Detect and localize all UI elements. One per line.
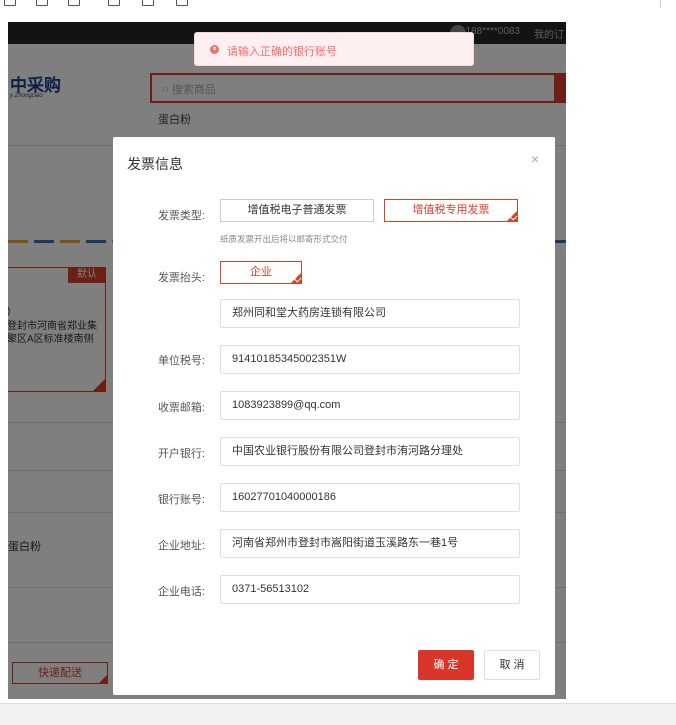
company-name-input[interactable]: 郑州同和堂大药房连锁有限公司	[220, 299, 520, 328]
bank-account-input[interactable]: 16027701040000186	[220, 483, 520, 512]
bank-label: 开户银行:	[157, 448, 205, 460]
company-address-label: 企业地址:	[157, 540, 205, 552]
toolbar-icon-6[interactable]	[176, 0, 188, 6]
company-address-input[interactable]: 河南省郑州市登封市嵩阳街道玉溪路东一巷1号	[220, 529, 520, 558]
company-phone-label: 企业电话:	[157, 586, 205, 598]
error-toast: × 请输入正确的银行账号	[194, 32, 474, 66]
email-label: 收票邮箱:	[157, 402, 205, 414]
divider	[660, 0, 661, 8]
cancel-button[interactable]: 取 消	[484, 650, 540, 680]
toolbar-icon-3[interactable]	[68, 0, 80, 6]
editor-toolbar	[0, 0, 676, 9]
close-icon[interactable]: ×	[531, 151, 539, 167]
invoice-header-label: 发票抬头:	[157, 272, 205, 284]
invoice-type-special[interactable]: 增值税专用发票	[384, 199, 518, 222]
tax-id-input[interactable]: 91410185345002351W	[220, 345, 520, 374]
toolbar-icon-2[interactable]	[36, 0, 48, 6]
error-icon: ×	[210, 45, 219, 54]
toolbar-icon-5[interactable]	[142, 0, 154, 6]
toast-message: 请输入正确的银行账号	[227, 46, 337, 58]
bottom-bar	[0, 703, 676, 725]
invoice-dialog: 发票信息 × 发票类型: 增值税电子普通发票 增值税专用发票 纸质发票开出后将以…	[113, 137, 555, 695]
company-phone-input[interactable]: 0371-56513102	[220, 575, 520, 604]
invoice-header-company[interactable]: 企业	[220, 261, 302, 284]
invoice-note: 纸质发票开出后将以邮寄形式交付	[220, 234, 348, 244]
invoice-type-electronic[interactable]: 增值税电子普通发票	[220, 199, 374, 222]
confirm-button[interactable]: 确 定	[418, 650, 474, 680]
toolbar-icon-1[interactable]	[4, 0, 16, 6]
dialog-title: 发票信息	[127, 156, 183, 172]
checked-corner-icon	[290, 272, 302, 284]
invoice-type-label: 发票类型:	[157, 210, 205, 222]
checked-corner-icon	[506, 210, 518, 222]
toolbar-icon-4[interactable]	[108, 0, 120, 6]
tax-id-label: 单位税号:	[157, 355, 205, 367]
bank-input[interactable]: 中国农业银行股份有限公司登封市洧河路分理处	[220, 437, 520, 466]
bank-account-label: 银行账号:	[157, 494, 205, 506]
email-input[interactable]: 1083923899@qq.com	[220, 391, 520, 420]
